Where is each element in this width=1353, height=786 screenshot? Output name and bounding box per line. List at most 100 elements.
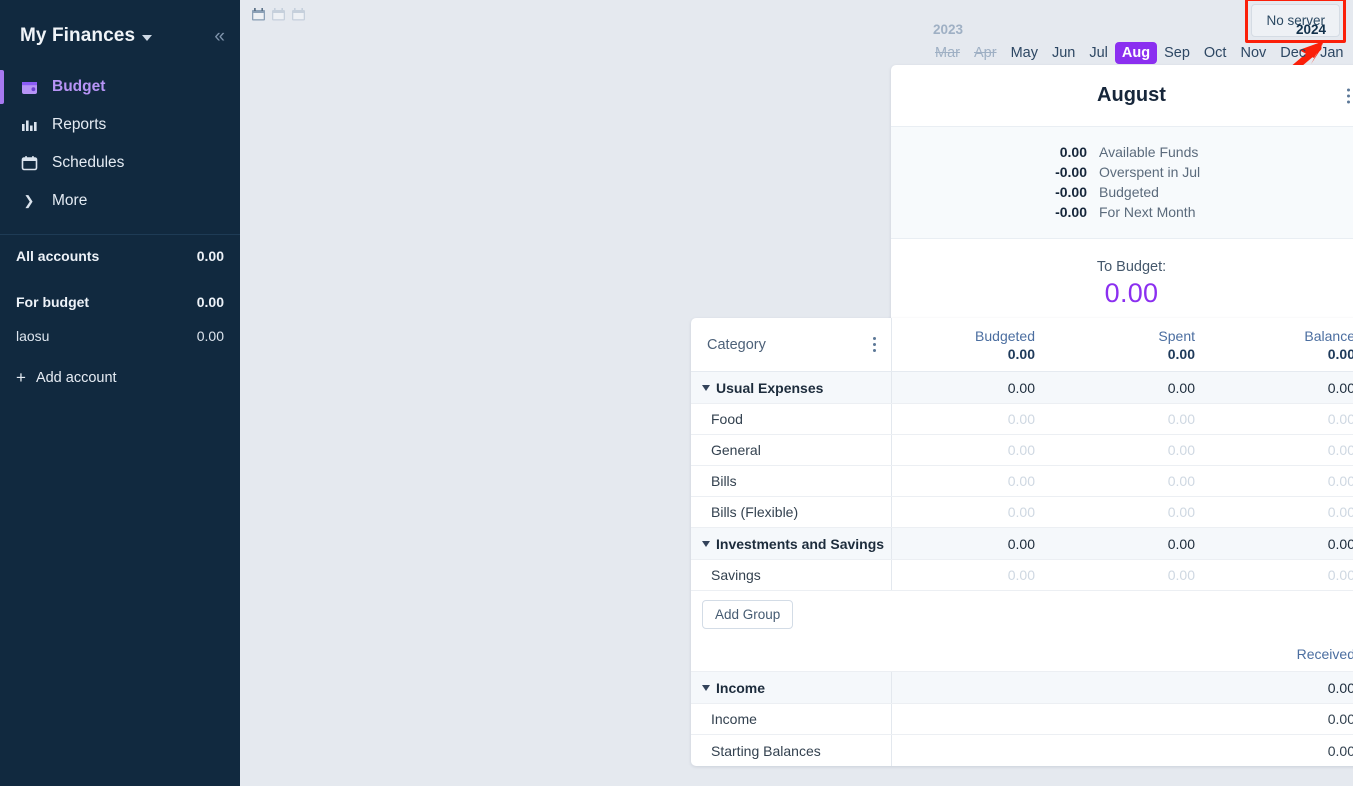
month-jul[interactable]: Jul <box>1082 42 1115 64</box>
account-all-accounts[interactable]: All accounts 0.00 <box>16 235 224 277</box>
calendar-12-month-icon[interactable] <box>291 7 306 22</box>
group-spent[interactable]: 0.00 <box>1052 380 1212 396</box>
category-name-cell[interactable]: Starting Balances <box>691 735 892 766</box>
triangle-down-icon[interactable] <box>702 540 710 547</box>
column-label: Balance <box>1304 327 1353 344</box>
wallet-icon <box>20 78 38 96</box>
category-spent[interactable]: 0.00 <box>1052 442 1212 458</box>
month-nov[interactable]: Nov <box>1233 42 1273 64</box>
year-labels: 2023 2024 <box>928 22 1328 40</box>
table-row-bills[interactable]: Bills 0.00 0.00 0.00 <box>691 466 1353 497</box>
caret-down-icon <box>142 34 153 41</box>
category-balance[interactable]: 0.00 <box>1212 411 1353 427</box>
category-balance[interactable]: 0.00 <box>1212 567 1353 583</box>
month-jan[interactable]: Jan <box>1313 42 1350 64</box>
month-selector: 2023 2024 Mar Apr May Jun Jul Aug Sep Oc… <box>928 22 1343 64</box>
group-balance[interactable]: 0.00 <box>1212 380 1353 396</box>
sidebar-header: My Finances « <box>0 18 240 54</box>
account-balance: 0.00 <box>196 294 224 310</box>
month-may[interactable]: May <box>1004 42 1045 64</box>
group-name-cell[interactable]: Investments and Savings <box>691 528 892 559</box>
category-name-cell[interactable]: General <box>691 435 892 465</box>
group-name-cell[interactable]: Usual Expenses <box>691 372 892 403</box>
sidebar: My Finances « Budget Reports Schedules ❯… <box>0 0 240 786</box>
header-cell-spent[interactable]: Spent 0.00 <box>1052 327 1212 363</box>
category-name-cell[interactable]: Bills (Flexible) <box>691 497 892 527</box>
category-spent[interactable]: 0.00 <box>1052 567 1212 583</box>
table-row-starting-balances[interactable]: Starting Balances 0.00 <box>691 735 1353 766</box>
table-row-general[interactable]: General 0.00 0.00 0.00 <box>691 435 1353 466</box>
month-sep[interactable]: Sep <box>1157 42 1197 64</box>
calendar-3-month-icon[interactable] <box>271 7 286 22</box>
header-cell-budgeted[interactable]: Budgeted 0.00 <box>892 327 1052 363</box>
category-name-cell[interactable]: Savings <box>691 560 892 590</box>
category-budgeted[interactable]: 0.00 <box>892 442 1052 458</box>
kebab-menu-icon[interactable] <box>869 333 880 356</box>
app-root: My Finances « Budget Reports Schedules ❯… <box>0 0 1353 786</box>
table-row-group-investments-and-savings[interactable]: Investments and Savings 0.00 0.00 0.00 <box>691 528 1353 560</box>
sidebar-item-more[interactable]: ❯ More <box>0 182 240 220</box>
sidebar-item-label: More <box>52 192 88 209</box>
category-budgeted[interactable]: 0.00 <box>892 504 1052 520</box>
category-name-cell[interactable]: Income <box>691 704 892 734</box>
category-spent[interactable]: 0.00 <box>1052 411 1212 427</box>
group-label: Income <box>716 679 766 696</box>
category-name-cell[interactable]: Bills <box>691 466 892 496</box>
category-budgeted[interactable]: 0.00 <box>892 567 1052 583</box>
group-received[interactable]: 0.00 <box>892 680 1353 696</box>
category-balance[interactable]: 0.00 <box>1212 442 1353 458</box>
sidebar-item-reports[interactable]: Reports <box>0 106 240 144</box>
sidebar-item-label: Schedules <box>52 154 125 171</box>
month-aug[interactable]: Aug <box>1114 42 1158 64</box>
header-cell-balance[interactable]: Balance 0.00 <box>1212 327 1353 363</box>
calendar-1-month-icon[interactable] <box>251 7 266 22</box>
month-jun[interactable]: Jun <box>1045 42 1082 64</box>
month-mar[interactable]: Mar <box>928 42 967 64</box>
chevrons-left-icon[interactable]: « <box>214 27 224 46</box>
month-dec[interactable]: Dec <box>1273 42 1313 64</box>
category-received[interactable]: 0.00 <box>892 743 1353 759</box>
account-balance: 0.00 <box>196 328 224 344</box>
table-row-savings[interactable]: Savings 0.00 0.00 0.00 <box>691 560 1353 591</box>
account-laosu[interactable]: laosu 0.00 <box>16 323 224 349</box>
sidebar-nav: Budget Reports Schedules ❯ More <box>0 68 240 220</box>
group-balance[interactable]: 0.00 <box>1212 536 1353 552</box>
kebab-menu-icon[interactable] <box>1343 84 1353 107</box>
summary-header: August <box>891 65 1353 127</box>
add-group-button[interactable]: Add Group <box>702 599 794 629</box>
sidebar-item-schedules[interactable]: Schedules <box>0 144 240 182</box>
sidebar-item-label: Reports <box>52 116 107 133</box>
account-for-budget[interactable]: For budget 0.00 <box>16 281 224 323</box>
table-row-group-income[interactable]: Income 0.00 <box>691 672 1353 704</box>
column-total: 0.00 <box>1327 345 1353 362</box>
category-budgeted[interactable]: 0.00 <box>892 473 1052 489</box>
add-account-button[interactable]: + Add account <box>0 349 240 386</box>
triangle-down-icon[interactable] <box>702 384 710 391</box>
category-budgeted[interactable]: 0.00 <box>892 411 1052 427</box>
category-spent[interactable]: 0.00 <box>1052 473 1212 489</box>
group-budgeted[interactable]: 0.00 <box>892 380 1052 396</box>
sidebar-item-budget[interactable]: Budget <box>0 68 240 106</box>
group-spent[interactable]: 0.00 <box>1052 536 1212 552</box>
category-balance[interactable]: 0.00 <box>1212 504 1353 520</box>
month-apr[interactable]: Apr <box>967 42 1004 64</box>
to-budget-value[interactable]: 0.00 <box>891 278 1353 309</box>
table-row-food[interactable]: Food 0.00 0.00 0.00 <box>691 404 1353 435</box>
group-budgeted[interactable]: 0.00 <box>892 536 1052 552</box>
category-spent[interactable]: 0.00 <box>1052 504 1212 520</box>
summary-line-budgeted: -0.00 Budgeted <box>891 182 1353 202</box>
sidebar-accounts: All accounts 0.00 For budget 0.00 laosu … <box>0 235 240 349</box>
category-received[interactable]: 0.00 <box>892 711 1353 727</box>
budget-file-selector[interactable]: My Finances <box>20 25 153 47</box>
sidebar-title: My Finances <box>20 25 136 46</box>
table-row-income[interactable]: Income 0.00 <box>691 704 1353 735</box>
group-name-cell[interactable]: Income <box>691 672 892 703</box>
table-row-bills-flexible[interactable]: Bills (Flexible) 0.00 0.00 0.00 <box>691 497 1353 528</box>
column-label: Budgeted <box>975 327 1035 344</box>
triangle-down-icon[interactable] <box>702 684 710 691</box>
table-row-group-usual-expenses[interactable]: Usual Expenses 0.00 0.00 0.00 <box>691 372 1353 404</box>
summary-breakdown: 0.00 Available Funds -0.00 Overspent in … <box>891 127 1353 239</box>
category-name-cell[interactable]: Food <box>691 404 892 434</box>
month-oct[interactable]: Oct <box>1197 42 1234 64</box>
category-balance[interactable]: 0.00 <box>1212 473 1353 489</box>
